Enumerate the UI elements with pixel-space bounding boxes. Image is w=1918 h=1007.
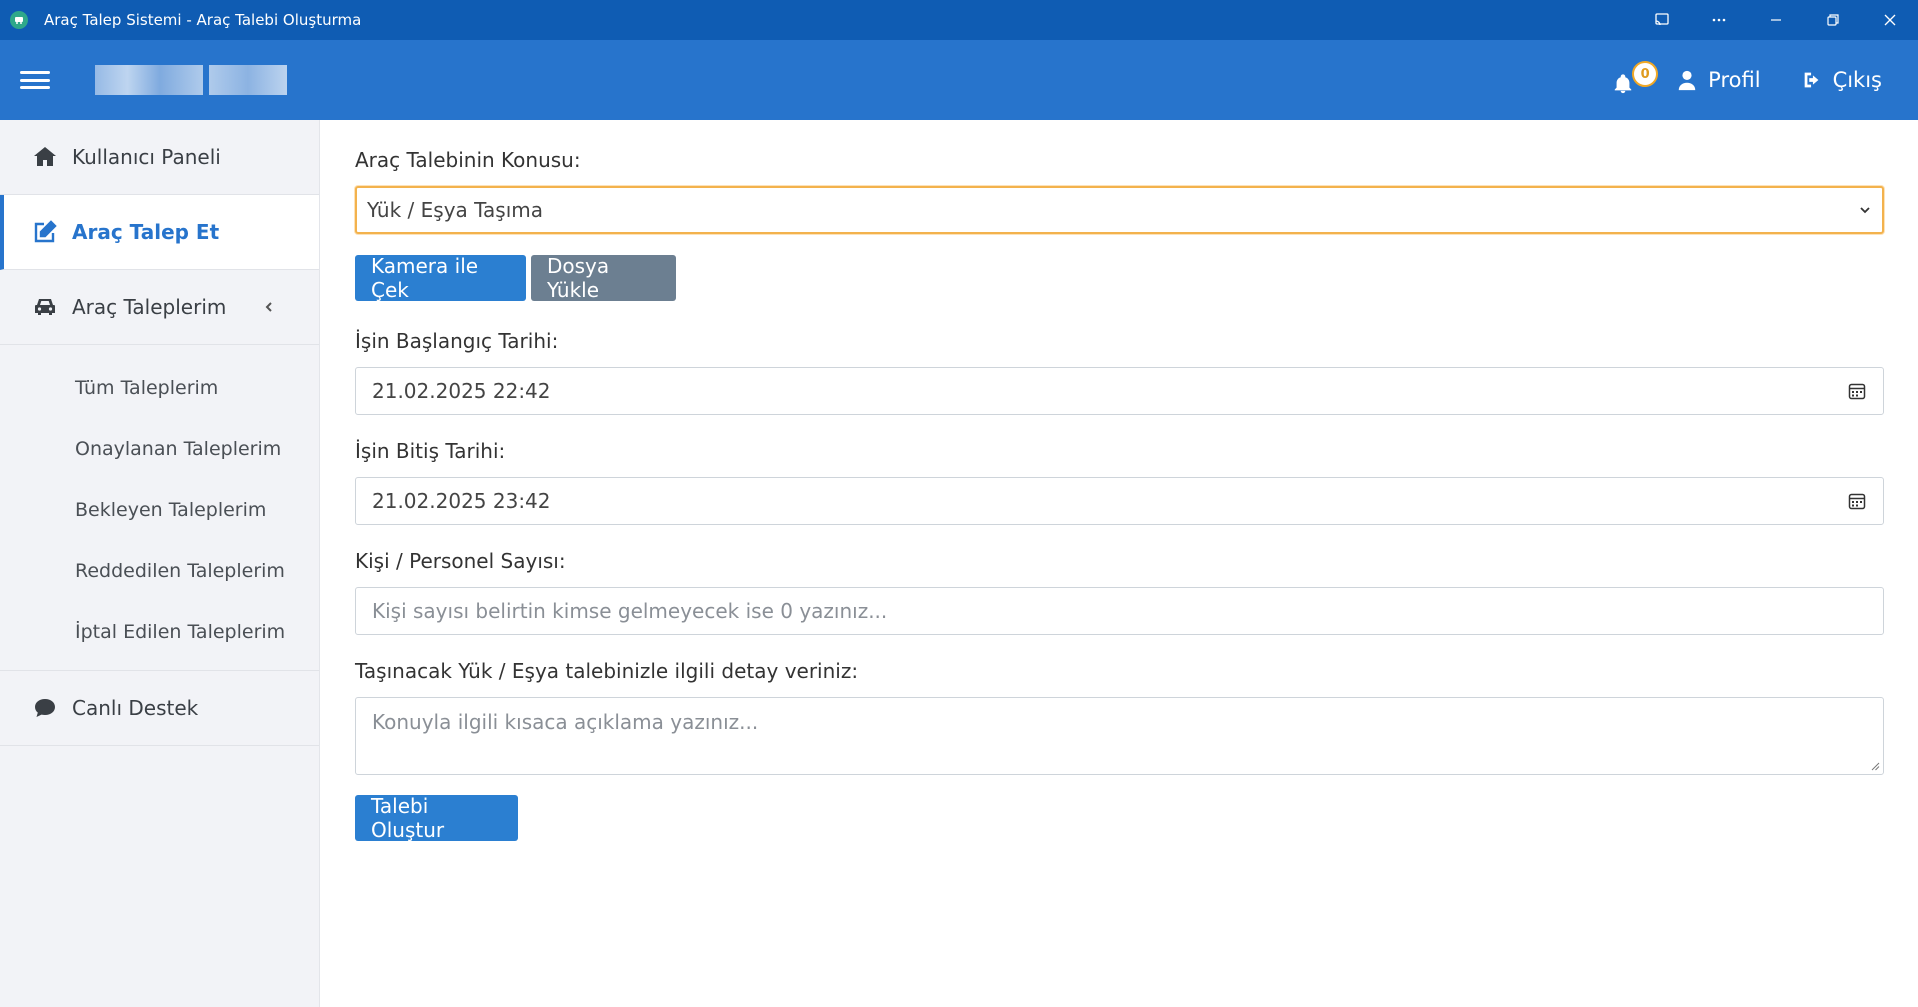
chat-icon [35, 699, 55, 717]
start-date-value: 21.02.2025 22:42 [372, 379, 551, 403]
sidebar-item-my-requests[interactable]: Araç Taleplerim [0, 270, 319, 345]
submenu-item-all[interactable]: Tüm Taleplerim [0, 357, 319, 418]
profile-label: Profil [1708, 68, 1761, 92]
user-icon [1678, 70, 1696, 91]
sign-out-icon [1804, 72, 1818, 88]
end-date-input[interactable]: 21.02.2025 23:42 [355, 477, 1884, 525]
window-title: Araç Talep Sistemi - Araç Talebi Oluştur… [44, 11, 362, 29]
submit-request-button[interactable]: Talebi Oluştur [355, 794, 518, 842]
chevron-down-icon [1860, 207, 1870, 214]
bell-icon [1614, 74, 1632, 94]
start-date-input[interactable]: 21.02.2025 22:42 [355, 367, 1884, 415]
camera-capture-button[interactable]: Kamera ile Çek [355, 254, 526, 302]
car-icon [35, 299, 55, 315]
sidebar: Kullanıcı Paneli Araç Talep Et Araç Tale… [0, 120, 320, 1007]
notifications-button[interactable]: 0 [1610, 61, 1659, 94]
file-upload-button[interactable]: Dosya Yükle [531, 254, 676, 302]
end-date-value: 21.02.2025 23:42 [372, 489, 551, 513]
chevron-left-icon [265, 302, 272, 312]
my-requests-submenu: Tüm Taleplerim Onaylanan Taleplerim Bekl… [0, 345, 319, 671]
submenu-item-approved[interactable]: Onaylanan Taleplerim [0, 418, 319, 479]
submenu-item-rejected[interactable]: Reddedilen Taleplerim [0, 540, 319, 601]
sidebar-item-label: Canlı Destek [72, 696, 199, 720]
window-titlebar: Araç Talep Sistemi - Araç Talebi Oluştur… [0, 0, 1918, 40]
logout-link[interactable]: Çıkış [1801, 68, 1882, 92]
brand-logo [95, 63, 290, 97]
minimize-button[interactable] [1747, 0, 1804, 40]
notification-badge: 0 [1632, 61, 1659, 87]
logout-label: Çıkış [1832, 68, 1882, 92]
restore-button[interactable] [1804, 0, 1861, 40]
resize-handle-icon[interactable] [1870, 761, 1880, 771]
edit-icon [34, 220, 57, 243]
people-count-input[interactable]: Kişi sayısı belirtin kimse gelmeyecek is… [355, 587, 1884, 635]
end-date-label: İşin Bitiş Tarihi: [355, 439, 506, 463]
sidebar-item-label: Araç Talep Et [72, 220, 220, 244]
submenu-item-cancelled[interactable]: İptal Edilen Taleplerim [0, 601, 319, 662]
start-date-label: İşin Başlangıç Tarihi: [355, 329, 559, 353]
subject-select[interactable]: Yük / Eşya Taşıma [355, 186, 1884, 234]
sidebar-item-label: Kullanıcı Paneli [72, 145, 221, 169]
app-logo-icon [10, 11, 28, 29]
sidebar-item-label: Araç Taleplerim [72, 295, 227, 319]
calendar-icon[interactable] [1847, 491, 1867, 511]
subject-label: Araç Talebinin Konusu: [355, 148, 581, 172]
profile-link[interactable]: Profil [1676, 68, 1761, 92]
detail-placeholder: Konuyla ilgili kısaca açıklama yazınız..… [372, 710, 759, 734]
submenu-item-pending[interactable]: Bekleyen Taleplerim [0, 479, 319, 540]
request-form: Araç Talebinin Konusu: Yük / Eşya Taşıma… [355, 120, 1885, 842]
cast-icon[interactable] [1633, 0, 1690, 40]
menu-toggle-icon[interactable] [20, 68, 50, 92]
app-header: 0 Profil Çıkış [0, 40, 1918, 120]
sidebar-item-request-vehicle[interactable]: Araç Talep Et [0, 195, 319, 270]
more-options-icon[interactable] [1690, 0, 1747, 40]
detail-label: Taşınacak Yük / Eşya talebinizle ilgili … [355, 659, 859, 683]
home-icon [34, 147, 56, 166]
people-count-label: Kişi / Personel Sayısı: [355, 549, 566, 573]
sidebar-item-live-support[interactable]: Canlı Destek [0, 671, 319, 746]
close-button[interactable] [1861, 0, 1918, 40]
calendar-icon[interactable] [1847, 381, 1867, 401]
subject-selected-value: Yük / Eşya Taşıma [367, 198, 544, 222]
people-count-placeholder: Kişi sayısı belirtin kimse gelmeyecek is… [372, 599, 888, 623]
detail-textarea[interactable]: Konuyla ilgili kısaca açıklama yazınız..… [355, 697, 1884, 775]
sidebar-item-dashboard[interactable]: Kullanıcı Paneli [0, 120, 319, 195]
